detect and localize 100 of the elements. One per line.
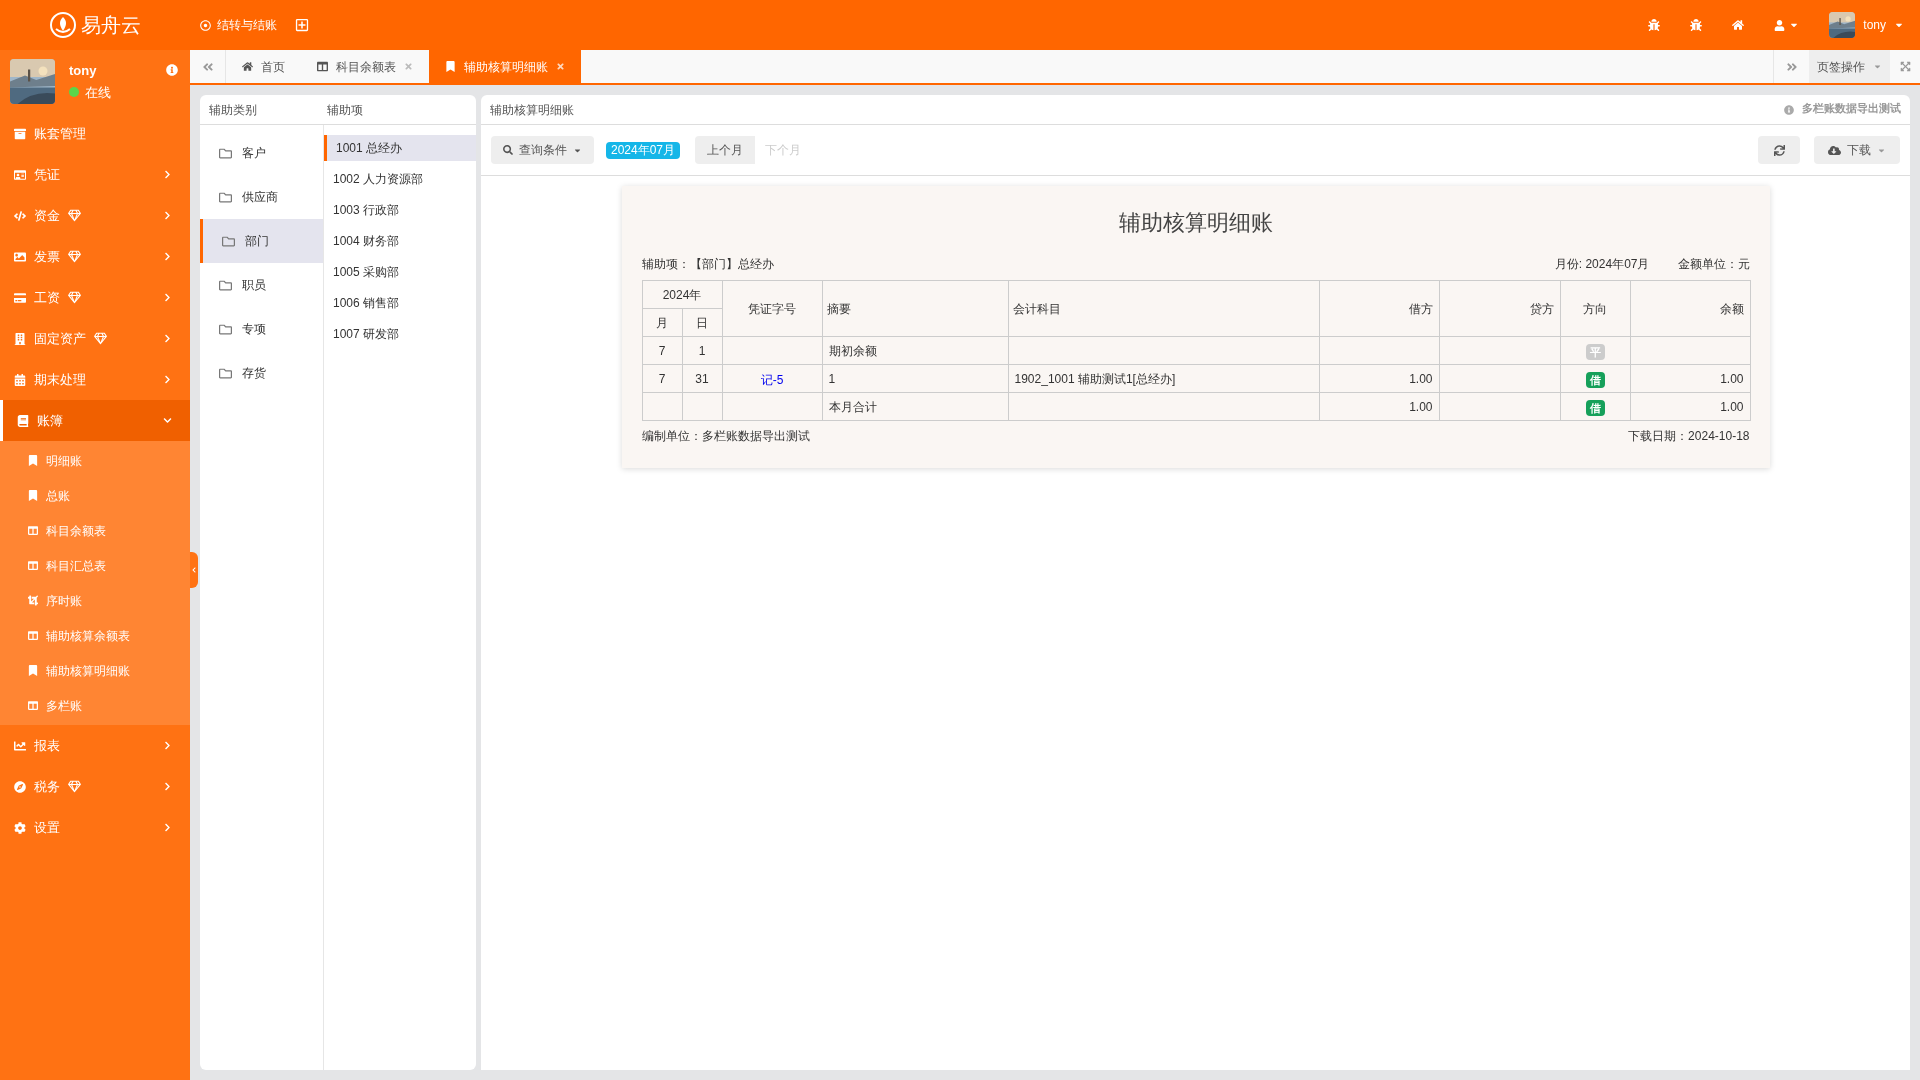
user-name: tony <box>69 62 98 80</box>
column-header: 借方 <box>1319 280 1439 337</box>
submenu-item[interactable]: 总账 <box>0 478 190 513</box>
aux-item[interactable]: 1001 总经办 <box>324 135 476 161</box>
prev-month-button[interactable]: 上个月 <box>695 136 756 164</box>
collapse-handle[interactable] <box>190 552 198 588</box>
table-cell <box>642 392 682 421</box>
column-header: 凭证字号 <box>722 280 822 337</box>
table-cell: 1.00 <box>1319 364 1439 393</box>
status-text: 在线 <box>85 83 111 102</box>
submenu-item[interactable]: 多栏账 <box>0 688 190 723</box>
diamond-icon <box>68 250 81 263</box>
menu-item[interactable]: 账套管理 <box>0 113 190 154</box>
menu-item[interactable]: 账簿 <box>0 400 190 441</box>
table-cell: 7 <box>642 364 682 393</box>
user-menu-button[interactable] <box>1774 19 1800 31</box>
menu-item[interactable]: 报表 <box>0 725 190 766</box>
folder-icon <box>219 146 232 160</box>
caret-icon <box>1873 62 1882 71</box>
category-item[interactable]: 客户 <box>200 131 323 175</box>
aux-item[interactable]: 1004 财务部 <box>324 228 476 254</box>
credit-card-icon <box>14 291 26 304</box>
chevron-right-icon <box>163 375 172 384</box>
menu-item[interactable]: 资金 <box>0 195 190 236</box>
category-item[interactable]: 专项 <box>200 307 323 351</box>
home-icon[interactable] <box>1732 19 1745 31</box>
table-cell: 1.00 <box>1630 364 1750 393</box>
category-item[interactable]: 存货 <box>200 351 323 395</box>
direction-badge: 借 <box>1585 371 1605 388</box>
menu-item[interactable]: 期末处理 <box>0 359 190 400</box>
folder-icon <box>219 366 232 380</box>
report-title: 辅助核算明细账 <box>1117 209 1274 237</box>
column-header: 贷方 <box>1439 280 1560 337</box>
tab-actions-dropdown[interactable]: 页签操作 <box>1809 50 1890 83</box>
diamond-icon <box>68 780 81 793</box>
folder-icon <box>219 190 232 204</box>
column-header: 摘要 <box>822 280 1008 337</box>
settings-icon <box>14 821 26 834</box>
tab[interactable]: 辅助核算明细账 <box>429 50 581 83</box>
submenu-item[interactable]: 辅助核算余额表 <box>0 618 190 653</box>
archive-icon <box>14 127 26 140</box>
home-icon <box>242 61 253 72</box>
menu-item[interactable]: 发票 <box>0 236 190 277</box>
table-cell: 1 <box>682 336 722 365</box>
expand-icon <box>1899 61 1911 72</box>
category-item[interactable]: 部门 <box>200 219 323 263</box>
month-label: 月份: 2024年07月 <box>1554 256 1650 273</box>
book-icon <box>17 414 29 427</box>
table-cell: 1.00 <box>1630 392 1750 421</box>
nav-link[interactable]: 结转与结账 <box>200 16 277 34</box>
info-icon[interactable] <box>166 64 178 76</box>
menu-item[interactable]: 设置 <box>0 807 190 848</box>
submenu-item[interactable]: 辅助核算明细账 <box>0 653 190 688</box>
folder-icon <box>219 278 232 292</box>
chevron-right-icon <box>163 170 172 179</box>
query-button[interactable]: 查询条件 <box>491 136 594 164</box>
menu-item[interactable]: 税务 <box>0 766 190 807</box>
aux-item[interactable]: 1007 研发部 <box>324 321 476 347</box>
bookmark-icon <box>445 61 456 72</box>
chevron-right-icon <box>163 334 172 343</box>
bug-icon[interactable] <box>1648 19 1661 31</box>
aux-item[interactable]: 1006 销售部 <box>324 290 476 316</box>
category-item[interactable]: 供应商 <box>200 175 323 219</box>
folder-icon <box>219 322 232 336</box>
columns-icon <box>28 560 38 571</box>
submenu-item[interactable]: 序时账 <box>0 583 190 618</box>
column-header: 余额 <box>1630 280 1750 337</box>
panel-title: 辅助核算明细账 <box>490 101 574 119</box>
panel-header: 辅助类别 <box>208 101 258 119</box>
download-date: 下载日期：2024-10-18 <box>1628 428 1750 445</box>
aux-item-label: 辅助项：【部门】总经办 <box>641 256 774 273</box>
menu-item[interactable]: 固定资产 <box>0 318 190 359</box>
add-icon[interactable] <box>295 18 309 32</box>
menu-item[interactable]: 凭证 <box>0 154 190 195</box>
submenu-item[interactable]: 明细账 <box>0 443 190 478</box>
user-dropdown[interactable]: tony <box>1863 16 1904 34</box>
bookmark-icon <box>28 665 38 676</box>
chevron-right-icon <box>163 823 172 832</box>
columns-icon <box>28 700 38 711</box>
tab[interactable]: 首页 <box>226 50 301 83</box>
submenu-item[interactable]: 科目汇总表 <box>0 548 190 583</box>
menu-item[interactable]: 工资 <box>0 277 190 318</box>
tab[interactable]: 科目余额表 <box>301 50 429 83</box>
close-icon[interactable] <box>556 62 565 71</box>
diamond-icon <box>68 209 81 222</box>
refresh-button[interactable] <box>1758 136 1800 164</box>
aux-item[interactable]: 1002 人力资源部 <box>324 166 476 192</box>
aux-item[interactable]: 1003 行政部 <box>324 197 476 223</box>
download-button[interactable]: 下载 <box>1814 136 1900 164</box>
aux-item[interactable]: 1005 采购部 <box>324 259 476 285</box>
column-header: 月 <box>642 308 682 337</box>
image-icon <box>14 250 26 263</box>
table-cell: 期初余额 <box>822 336 1008 365</box>
close-icon[interactable] <box>404 62 413 71</box>
submenu-item[interactable]: 科目余额表 <box>0 513 190 548</box>
category-item[interactable]: 职员 <box>200 263 323 307</box>
voucher-link[interactable]: 记-5 <box>760 372 784 387</box>
table-cell: 31 <box>682 364 722 393</box>
bug-icon[interactable] <box>1690 19 1703 31</box>
column-header: 方向 <box>1560 280 1630 337</box>
